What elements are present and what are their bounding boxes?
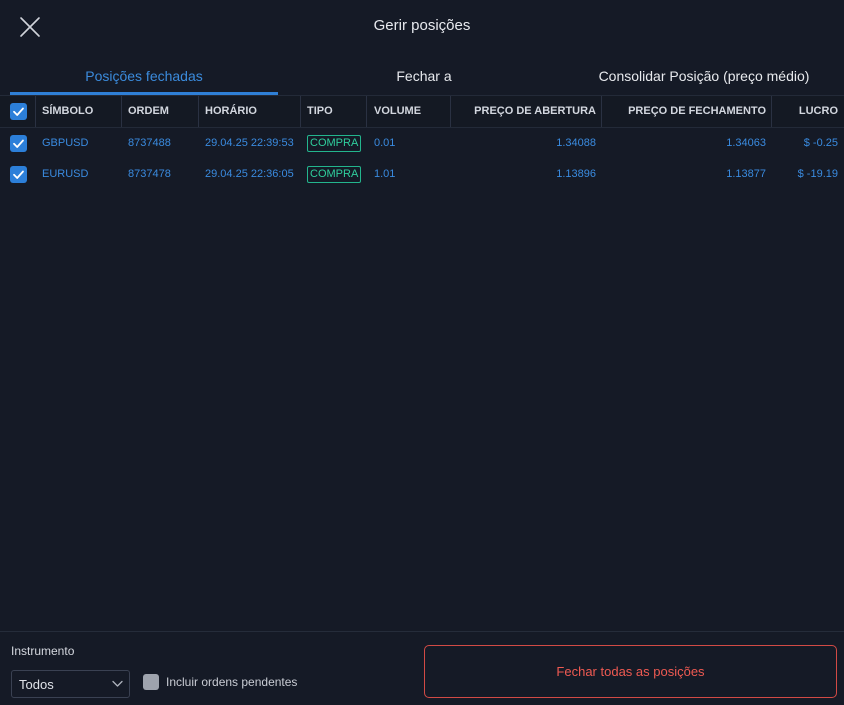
column-divider xyxy=(121,96,122,127)
cell-close-price: 1.13877 xyxy=(726,168,766,180)
column-header-order[interactable]: ORDEM xyxy=(128,96,169,127)
cell-type: COMPRA xyxy=(307,159,362,190)
column-divider xyxy=(300,96,301,127)
cell-symbol: EURUSD xyxy=(42,168,89,180)
column-divider xyxy=(366,96,367,127)
column-header-symbol[interactable]: SÍMBOLO xyxy=(42,96,93,127)
instrument-label: Instrumento xyxy=(11,644,75,658)
cell-type: COMPRA xyxy=(307,128,362,159)
column-divider xyxy=(35,96,36,127)
cell-time: 29.04.25 22:39:53 xyxy=(205,137,294,149)
tab-closed-positions[interactable]: Posições fechadas xyxy=(10,56,278,96)
cell-order: 8737488 xyxy=(128,137,171,149)
manage-positions-dialog: Gerir posições Posições fechadas Fechar … xyxy=(0,0,844,705)
buy-badge: COMPRA xyxy=(307,135,362,152)
table-row[interactable]: GBPUSD 8737488 29.04.25 22:39:53 COMPRA … xyxy=(0,128,844,159)
dialog-header: Gerir posições xyxy=(0,0,844,52)
cell-open-price: 1.13896 xyxy=(556,168,596,180)
column-header-type[interactable]: TIPO xyxy=(307,96,333,127)
column-header-open-price[interactable]: PREÇO DE ABERTURA xyxy=(451,96,596,127)
column-header-profit[interactable]: LUCRO xyxy=(772,96,838,127)
row-checkbox[interactable] xyxy=(10,135,27,152)
column-divider xyxy=(198,96,199,127)
column-header-volume[interactable]: VOLUME xyxy=(374,96,421,127)
tab-consolidate-position[interactable]: Consolidar Posição (preço médio) xyxy=(568,56,840,96)
dialog-footer: Instrumento Todos Incluir ordens pendent… xyxy=(0,631,844,705)
table-row[interactable]: EURUSD 8737478 29.04.25 22:36:05 COMPRA … xyxy=(0,159,844,190)
close-all-positions-button[interactable]: Fechar todas as posições xyxy=(424,645,837,698)
select-all-checkbox[interactable] xyxy=(10,103,27,120)
instrument-select-value: Todos xyxy=(19,677,54,692)
checkmark-icon xyxy=(13,107,24,116)
cell-order: 8737478 xyxy=(128,168,171,180)
buy-badge: COMPRA xyxy=(307,166,362,183)
positions-table: SÍMBOLO ORDEM HORÁRIO TIPO VOLUME PREÇO … xyxy=(0,95,844,190)
tab-close-at[interactable]: Fechar a xyxy=(300,56,548,96)
checkmark-icon xyxy=(13,170,24,179)
instrument-select[interactable]: Todos xyxy=(11,670,130,698)
cell-profit: $ -0.25 xyxy=(803,137,838,149)
cell-time: 29.04.25 22:36:05 xyxy=(205,168,294,180)
include-pending-checkbox[interactable] xyxy=(143,674,159,690)
column-header-close-price[interactable]: PREÇO DE FECHAMENTO xyxy=(602,96,766,127)
cell-volume: 1.01 xyxy=(374,168,396,180)
tab-bar: Posições fechadas Fechar a Consolidar Po… xyxy=(0,56,844,96)
include-pending-label: Incluir ordens pendentes xyxy=(166,675,298,689)
column-header-time[interactable]: HORÁRIO xyxy=(205,96,257,127)
dialog-title: Gerir posições xyxy=(373,17,471,34)
row-checkbox[interactable] xyxy=(10,166,27,183)
chevron-down-icon xyxy=(112,680,123,687)
cell-close-price: 1.34063 xyxy=(726,137,766,149)
checkmark-icon xyxy=(13,139,24,148)
cell-open-price: 1.34088 xyxy=(556,137,596,149)
cell-profit: $ -19.19 xyxy=(797,168,838,180)
table-header: SÍMBOLO ORDEM HORÁRIO TIPO VOLUME PREÇO … xyxy=(0,95,844,128)
cell-volume: 0.01 xyxy=(374,137,396,149)
cell-symbol: GBPUSD xyxy=(42,137,89,149)
